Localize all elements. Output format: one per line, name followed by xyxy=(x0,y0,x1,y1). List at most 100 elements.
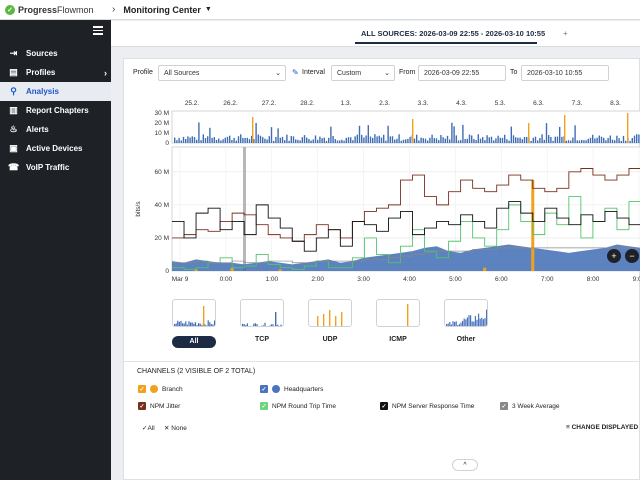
thumbnail-bar xyxy=(175,323,177,326)
thumbnail-bar xyxy=(280,324,282,326)
overview-bar xyxy=(185,139,187,143)
sidebar-item-voip-traffic[interactable]: ☎ VoIP Traffic xyxy=(0,158,111,177)
checkbox-checked-icon[interactable]: ✓ xyxy=(138,385,146,393)
add-tab-button[interactable]: + xyxy=(563,29,568,38)
channel-label: NPM Server Response Time xyxy=(392,402,475,410)
sidebar-item-active-devices[interactable]: ▣ Active Devices xyxy=(0,139,111,158)
channel-headquarters[interactable]: ✓ Headquarters xyxy=(260,385,323,393)
overview-bar xyxy=(229,135,231,143)
channel-npm-server-response-time[interactable]: ✓ NPM Server Response Time xyxy=(380,402,474,410)
overview-bar xyxy=(570,140,572,143)
thumbnail-bar xyxy=(190,322,192,326)
brand-name: ProgressFlowmon xyxy=(18,4,94,15)
detail-x-tick-label: 2:00 xyxy=(311,276,324,283)
overview-bar xyxy=(618,138,620,143)
overview-bar xyxy=(396,138,398,143)
sidebar-item-alerts[interactable]: ♨ Alerts xyxy=(0,120,111,139)
sidebar-item-analysis[interactable]: ⚲ Analysis xyxy=(0,82,111,101)
overview-bar xyxy=(193,137,196,143)
overview-bar xyxy=(180,140,182,143)
tab-all-sources[interactable]: ALL SOURCES: 2026-03-09 22:55 - 2026-03-… xyxy=(361,29,545,38)
overview-bar xyxy=(449,139,451,143)
thumbnail-label-other[interactable]: Other xyxy=(444,336,488,343)
thumbnail-all-preview xyxy=(174,306,215,326)
channel-label: 3 Week Average xyxy=(512,402,560,410)
thumbnail-udp[interactable] xyxy=(308,299,352,327)
channel-branch[interactable]: ✓ Branch xyxy=(138,385,183,393)
thumbnail-all[interactable] xyxy=(172,299,216,327)
zoom-in-icon[interactable]: + xyxy=(607,249,621,263)
overview-bar xyxy=(442,137,444,143)
thumbnail-bar xyxy=(245,324,247,326)
sidebar-item-report-chapters[interactable]: ▥ Report Chapters xyxy=(0,101,111,120)
thumbnail-label-icmp[interactable]: ICMP xyxy=(376,336,420,343)
thumbnail-bar xyxy=(478,313,480,326)
change-displayed-button[interactable]: ≡ CHANGE DISPLAYED xyxy=(566,424,638,431)
select-all-button[interactable]: ✓All xyxy=(142,424,155,432)
thumbnail-bar xyxy=(248,326,249,327)
thumbnail-bar xyxy=(258,326,259,327)
thumbnail-label-all[interactable]: All xyxy=(172,336,216,348)
detail-x-tick-label: 7:00 xyxy=(541,276,554,283)
checkbox-checked-icon[interactable]: ✓ xyxy=(500,402,508,410)
thumbnail-bar xyxy=(474,316,476,326)
checkbox-checked-icon[interactable]: ✓ xyxy=(260,402,268,410)
zoom-out-icon[interactable]: − xyxy=(625,249,639,263)
channel-3-week-average[interactable]: ✓ 3 Week Average xyxy=(500,402,559,410)
thumbnail-bar xyxy=(256,324,258,326)
checkbox-checked-icon[interactable]: ✓ xyxy=(380,402,388,410)
detail-x-tick-label: 5:00 xyxy=(449,276,462,283)
overview-bar xyxy=(473,139,475,143)
traffic-chart[interactable]: 25.2. 26.2. 27.2. 28.2. 1.3. 2.3. 3.3. 4.3. 5.3.… xyxy=(124,59,640,299)
overview-bar xyxy=(200,140,202,143)
overview-bar xyxy=(561,136,563,143)
select-none-button[interactable]: ✕ None xyxy=(164,424,187,432)
thumbnail-spike-bar xyxy=(275,312,277,326)
protocol-thumbnails: All TCP UDP ICMP Other xyxy=(124,299,640,349)
menu-toggle-icon[interactable] xyxy=(93,26,103,37)
thumbnail-bar xyxy=(191,322,193,326)
channels-header: CHANNELS (2 VISIBLE OF 2 TOTAL) xyxy=(124,361,640,381)
overview-bar xyxy=(191,136,193,143)
overview-x-tick-label: 26.2. xyxy=(223,100,238,107)
thumbnail-label-udp[interactable]: UDP xyxy=(308,336,352,343)
overview-bar xyxy=(259,135,262,143)
overview-bar xyxy=(369,136,372,143)
sidebar-item-profiles[interactable]: ▤ Profiles › xyxy=(0,63,111,82)
sidebar-item-sources[interactable]: ⇥ Sources xyxy=(0,44,111,63)
series-bar-branch xyxy=(483,267,487,271)
chevron-right-icon: › xyxy=(104,67,107,78)
overview-bar xyxy=(266,139,268,143)
thumbnail-bar xyxy=(484,318,486,326)
sidebar-item-label: Report Chapters xyxy=(26,106,89,115)
breadcrumb-monitoring-center[interactable]: Monitoring Center ▼ xyxy=(123,5,211,15)
thumbnail-bar xyxy=(250,325,252,326)
brand-logo[interactable]: ✓ ProgressFlowmon xyxy=(0,4,112,15)
thumbnail-icmp[interactable] xyxy=(376,299,420,327)
thumbnail-other[interactable] xyxy=(444,299,488,327)
thumbnail-bar xyxy=(204,324,206,326)
select-none-label: None xyxy=(171,425,187,432)
channel-npm-jitter[interactable]: ✓ NPM Jitter xyxy=(138,402,180,410)
overview-bar xyxy=(306,137,308,143)
overview-bar xyxy=(504,134,506,143)
thumbnail-bar xyxy=(262,325,264,326)
thumbnail-tcp[interactable] xyxy=(240,299,284,327)
overview-bar xyxy=(290,136,292,143)
collapse-button[interactable]: ^ xyxy=(452,459,478,471)
overview-bar xyxy=(268,136,270,143)
thumbnail-bar xyxy=(246,323,248,326)
sidebar-item-label: Analysis xyxy=(26,87,59,96)
thumbnail-label-tcp[interactable]: TCP xyxy=(240,336,284,343)
checkbox-checked-icon[interactable]: ✓ xyxy=(138,402,146,410)
overview-bar xyxy=(534,136,537,143)
checkbox-checked-icon[interactable]: ✓ xyxy=(260,385,268,393)
overview-bar xyxy=(182,136,185,143)
overview-bar xyxy=(515,137,517,143)
thumbnail-bar xyxy=(264,322,266,326)
progress-logo-icon: ✓ xyxy=(5,4,15,15)
overview-bar xyxy=(308,139,310,143)
overview-bar xyxy=(464,139,466,143)
overview-bar xyxy=(453,126,455,143)
channel-npm-round-trip-time[interactable]: ✓ NPM Round Trip Time xyxy=(260,402,336,410)
